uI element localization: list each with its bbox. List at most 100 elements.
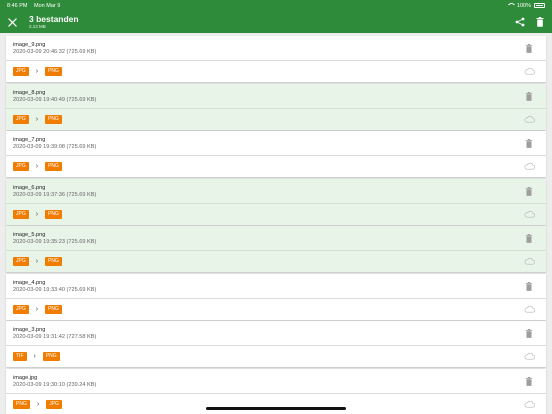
target-format-chip: JPG — [46, 399, 62, 409]
wifi-icon — [507, 3, 514, 8]
file-info: image_9.png 2020-03-09 20:46:32 (725.69 … — [6, 36, 546, 61]
file-info: image_3.png 2020-03-09 19:31:42 (727.58 … — [6, 321, 546, 346]
chevron-right-icon: › — [35, 163, 39, 170]
target-format-chip: PNG — [45, 114, 62, 124]
trash-icon — [536, 17, 544, 27]
source-format-chip: JPG — [13, 209, 29, 219]
source-format-chip: PNG — [13, 399, 30, 409]
file-card[interactable]: image_5.png 2020-03-09 19:35:23 (725.69 … — [6, 226, 546, 272]
cloud-icon[interactable] — [524, 400, 535, 408]
file-name: image.jpg — [13, 374, 38, 381]
target-format-chip: PNG — [45, 162, 62, 171]
file-name: image_9.png — [13, 42, 46, 48]
battery-percent: 100% — [516, 2, 531, 9]
trash-icon[interactable] — [525, 281, 533, 291]
share-icon — [515, 17, 525, 27]
trash-icon[interactable] — [525, 91, 533, 101]
title-group: 3 bestanden 2.13 MB — [29, 15, 79, 29]
file-card[interactable]: image_9.png 2020-03-09 20:46:32 (725.69 … — [6, 36, 546, 82]
battery-icon — [534, 3, 545, 8]
trash-icon[interactable] — [525, 376, 533, 386]
file-meta: 2020-03-09 19:31:42 (727.58 KB) — [13, 334, 97, 340]
source-format-chip: JPG — [13, 304, 29, 314]
chevron-right-icon: › — [33, 353, 36, 360]
conversion-row: JPG › PNG — [6, 109, 546, 130]
file-info: image_7.png 2020-03-09 19:39:08 (725.69 … — [6, 131, 546, 156]
conversion-row: JPG › PNG — [6, 156, 546, 177]
source-format-chip: JPG — [13, 257, 29, 266]
cloud-icon[interactable] — [524, 352, 535, 360]
close-button[interactable] — [1, 11, 23, 33]
target-format-chip: PNG — [42, 352, 60, 361]
status-left: 8:46 PM Mon Mar 9 — [7, 3, 65, 9]
chevron-right-icon: › — [36, 400, 40, 408]
file-card[interactable]: image_3.png 2020-03-09 19:31:42 (727.58 … — [6, 321, 546, 367]
file-name: image_6.png — [13, 184, 46, 191]
chevron-right-icon: › — [35, 68, 39, 75]
chevron-right-icon: › — [35, 210, 39, 218]
target-format-chip: PNG — [45, 209, 62, 219]
source-format-chip: JPG — [13, 114, 29, 124]
page-title: 3 bestanden — [29, 14, 79, 24]
file-meta: 2020-03-09 19:37:36 (725.69 KB) — [13, 191, 97, 198]
file-list: image_9.png 2020-03-09 20:46:32 (725.69 … — [6, 36, 546, 414]
trash-icon[interactable] — [525, 44, 533, 53]
file-name: image_8.png — [13, 89, 46, 96]
cloud-icon[interactable] — [524, 162, 535, 170]
status-right: 100% — [507, 3, 545, 9]
cloud-icon[interactable] — [524, 115, 535, 123]
file-info: image.jpg 2020-03-09 19:30:10 (239.24 KB… — [6, 369, 546, 394]
file-info: image_5.png 2020-03-09 19:35:23 (725.69 … — [6, 226, 546, 251]
file-card[interactable]: image_8.png 2020-03-09 19:40:49 (725.69 … — [6, 83, 546, 130]
app-bar: 3 bestanden 2.13 MB — [0, 11, 552, 33]
file-name: image_3.png — [13, 327, 46, 333]
conversion-row: PNG › JPG — [6, 394, 546, 414]
close-icon — [7, 17, 17, 27]
status-bar: 8:46 PM Mon Mar 9 100% — [0, 0, 552, 11]
source-format-chip: JPG — [13, 162, 29, 171]
cloud-icon[interactable] — [524, 67, 535, 75]
file-info: image_4.png 2020-03-09 19:33:40 (725.69 … — [6, 274, 546, 299]
file-meta: 2020-03-09 20:46:32 (725.69 KB) — [13, 49, 97, 55]
file-name: image_5.png — [13, 232, 46, 238]
cloud-icon[interactable] — [524, 257, 535, 265]
target-format-chip: PNG — [45, 304, 62, 314]
home-indicator[interactable] — [206, 407, 346, 410]
trash-icon[interactable] — [525, 234, 533, 243]
page-subtitle: 2.13 MB — [29, 23, 46, 29]
cloud-icon[interactable] — [524, 210, 535, 218]
conversion-row: JPG › PNG — [6, 61, 546, 82]
file-card[interactable]: image_7.png 2020-03-09 19:39:08 (725.69 … — [6, 131, 546, 177]
trash-icon[interactable] — [525, 329, 533, 338]
chevron-right-icon: › — [35, 258, 39, 265]
status-time: 8:46 PM — [7, 2, 28, 9]
conversion-row: TIF › PNG — [6, 346, 546, 367]
trash-icon[interactable] — [525, 186, 533, 196]
source-format-chip: JPG — [13, 67, 29, 76]
file-card[interactable]: image_6.png 2020-03-09 19:37:36 (725.69 … — [6, 178, 546, 225]
file-meta: 2020-03-09 19:30:10 (239.24 KB) — [13, 381, 97, 388]
delete-all-button[interactable] — [534, 16, 546, 28]
file-meta: 2020-03-09 19:40:49 (725.69 KB) — [13, 96, 97, 103]
chevron-right-icon: › — [35, 305, 39, 313]
trash-icon[interactable] — [525, 139, 533, 148]
share-button[interactable] — [514, 16, 526, 28]
conversion-row: JPG › PNG — [6, 204, 546, 225]
file-info: image_6.png 2020-03-09 19:37:36 (725.69 … — [6, 179, 546, 204]
file-meta: 2020-03-09 19:39:08 (725.69 KB) — [13, 144, 97, 150]
file-meta: 2020-03-09 19:35:23 (725.69 KB) — [13, 239, 97, 245]
chevron-right-icon: › — [35, 115, 39, 123]
source-format-chip: TIF — [13, 352, 27, 361]
file-meta: 2020-03-09 19:33:40 (725.69 KB) — [13, 286, 97, 293]
target-format-chip: PNG — [45, 67, 62, 76]
file-card[interactable]: image_4.png 2020-03-09 19:33:40 (725.69 … — [6, 273, 546, 320]
status-date: Mon Mar 9 — [34, 2, 61, 9]
app-bar-actions — [514, 16, 552, 28]
conversion-row: JPG › PNG — [6, 251, 546, 272]
cloud-icon[interactable] — [524, 305, 535, 313]
file-info: image_8.png 2020-03-09 19:40:49 (725.69 … — [6, 84, 546, 109]
target-format-chip: PNG — [45, 257, 62, 266]
conversion-row: JPG › PNG — [6, 299, 546, 320]
file-name: image_4.png — [13, 279, 46, 286]
file-name: image_7.png — [13, 137, 46, 143]
